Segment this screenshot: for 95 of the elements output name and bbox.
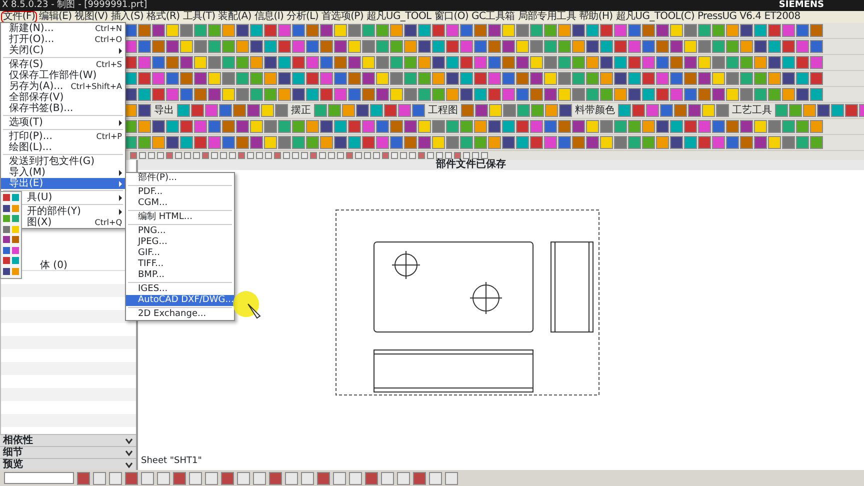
menu-label: JPEG... xyxy=(138,237,168,248)
panel-header[interactable]: 细节 xyxy=(0,446,136,458)
menu-item[interactable]: JPEG... xyxy=(126,237,234,248)
menu-label: 保存(S) xyxy=(9,59,44,70)
menu-label: BMP... xyxy=(138,270,165,281)
menu-item[interactable]: 打开(O)... Ctrl+O xyxy=(1,34,125,45)
menu-label: 部件(P)... xyxy=(138,173,178,184)
submenu-arrow-icon xyxy=(119,120,122,126)
menu-item[interactable]: BMP... xyxy=(126,270,234,281)
toolbar-button[interactable]: 工程图 xyxy=(426,104,460,117)
brand-logo: SIEMENS xyxy=(778,0,824,11)
menu-label: 编制 HTML... xyxy=(138,212,192,223)
menu-item[interactable]: 具(U) xyxy=(24,192,125,203)
menu-item[interactable]: 保存书签(B)... xyxy=(1,103,125,114)
menu-label: 绘图(L)... xyxy=(9,142,52,153)
status-message: 部件文件已保存 xyxy=(138,160,864,170)
menu-label: CGM... xyxy=(138,198,168,209)
menu-label: 另存为(A)... xyxy=(9,81,64,92)
menu-label: 选项(T) xyxy=(9,117,43,128)
menu-label: 具(U) xyxy=(27,192,52,203)
menu-label: 2D Exchange... xyxy=(138,309,206,320)
menu-item[interactable]: 分析(L) xyxy=(286,11,320,23)
menu-label: 导入(M) xyxy=(9,167,46,178)
menu-item[interactable]: 帮助(H) xyxy=(578,11,614,23)
menu-label: 打印(P)... xyxy=(9,131,52,142)
menu-item[interactable]: PNG... xyxy=(126,226,234,237)
menu-item[interactable]: GIF... xyxy=(126,248,234,259)
shortcut-label: Ctrl+S xyxy=(96,59,122,70)
submenu-arrow-icon xyxy=(119,195,122,201)
toolbar-button[interactable]: 料带颜色 xyxy=(573,104,617,117)
menu-label: 仅保存工作部件(W) xyxy=(9,70,97,81)
menu-item[interactable]: PDF... xyxy=(126,187,234,198)
menu-item[interactable]: 打印(P)... Ctrl+P xyxy=(1,131,125,142)
shortcut-label: Ctrl+Q xyxy=(94,217,122,228)
menu-item[interactable]: ET2008 xyxy=(763,11,802,23)
panel-header[interactable]: 相依性 xyxy=(0,434,136,446)
menu-item[interactable]: 开的部件(Y) xyxy=(24,206,125,217)
toolbar-button[interactable]: 摆正 xyxy=(289,104,313,117)
section-label: 细节 xyxy=(3,447,23,458)
section-label: 相依性 xyxy=(3,435,33,446)
dropdown-field[interactable] xyxy=(4,472,74,484)
menu-item[interactable]: 视图(V) xyxy=(74,11,109,23)
menu-label: 新建(N)... xyxy=(9,23,54,34)
shortcut-label: Ctrl+O xyxy=(94,34,122,45)
menu-label: 保存书签(B)... xyxy=(9,103,74,114)
panel-header[interactable]: 预览 xyxy=(0,458,136,470)
menu-label: 图(X) xyxy=(27,217,52,228)
menu-item[interactable]: CGM... xyxy=(126,198,234,209)
menu-label: PNG... xyxy=(138,226,166,237)
menu-label: IGES... xyxy=(138,284,168,295)
shortcut-label: Ctrl+Shift+A xyxy=(70,81,122,92)
menu-item[interactable]: 另存为(A)... Ctrl+Shift+A xyxy=(1,81,125,92)
shortcut-label: Ctrl+P xyxy=(96,131,122,142)
menu-label: GIF... xyxy=(138,248,160,259)
menu-item[interactable]: GC工具箱 xyxy=(470,11,516,23)
sheet-label: Sheet "SHT1" xyxy=(141,454,202,468)
submenu-arrow-icon xyxy=(119,209,122,215)
menu-item[interactable]: 导出(E) xyxy=(1,178,125,189)
menu-item[interactable]: 图(X) Ctrl+Q xyxy=(24,217,125,228)
menu-label: 关闭(C) xyxy=(9,45,44,56)
toolbar-button[interactable]: 工艺工具 xyxy=(730,104,774,117)
menu-item[interactable]: 首选项(P) xyxy=(320,11,365,23)
menu-item[interactable]: 格式(R) xyxy=(146,11,181,23)
menu-item[interactable]: IGES... xyxy=(126,284,234,295)
menu-item[interactable]: 发送到打包文件(G) xyxy=(1,156,125,167)
menu-item[interactable]: PressUG V6.4 xyxy=(696,11,762,23)
section-label: 预览 xyxy=(3,459,23,470)
menu-item[interactable]: 编制 HTML... xyxy=(126,212,234,223)
menu-label: PDF... xyxy=(138,187,163,198)
menu-item[interactable]: 部件(P)... xyxy=(126,173,234,184)
menu-label: 开的部件(Y) xyxy=(27,206,81,217)
window-title: X 8.5.0.23 - 制图 - [9999991.prt] xyxy=(2,0,148,11)
menu-item[interactable]: 插入(S) xyxy=(110,11,144,23)
menu-item[interactable]: 关闭(C) xyxy=(1,45,125,56)
submenu-arrow-icon xyxy=(119,48,122,54)
menu-item[interactable]: 信息(I) xyxy=(253,11,285,23)
menu-label: 全部保存(V) xyxy=(9,92,64,103)
menu-item[interactable]: 编辑(E) xyxy=(38,11,73,23)
menu-item[interactable]: 超凡UG_TOOL xyxy=(366,11,432,23)
menu-item[interactable]: 绘图(L)... xyxy=(1,142,125,153)
menu-label: 导出(E) xyxy=(9,178,44,189)
menu-item[interactable]: 超凡UG_TOOL(C) xyxy=(614,11,696,23)
menu-item[interactable]: 选项(T) xyxy=(1,117,125,128)
menu-item[interactable]: 全部保存(V) xyxy=(1,92,125,103)
menu-label: 打开(O)... xyxy=(9,34,54,45)
menu-item[interactable]: 仅保存工作部件(W) xyxy=(1,70,125,81)
toolbar-button[interactable]: 导出 xyxy=(152,104,176,117)
menu-label: 发送到打包文件(G) xyxy=(9,156,95,167)
menu-item[interactable]: 装配(A) xyxy=(217,11,252,23)
shortcut-label: Ctrl+N xyxy=(95,23,122,34)
menu-item[interactable]: 保存(S) Ctrl+S xyxy=(1,59,125,70)
menu-item[interactable]: 2D Exchange... xyxy=(126,309,234,320)
menu-item[interactable]: 工具(T) xyxy=(182,11,216,23)
menu-item[interactable]: 新建(N)... Ctrl+N xyxy=(1,23,125,34)
menu-label: TIFF... xyxy=(138,259,164,270)
